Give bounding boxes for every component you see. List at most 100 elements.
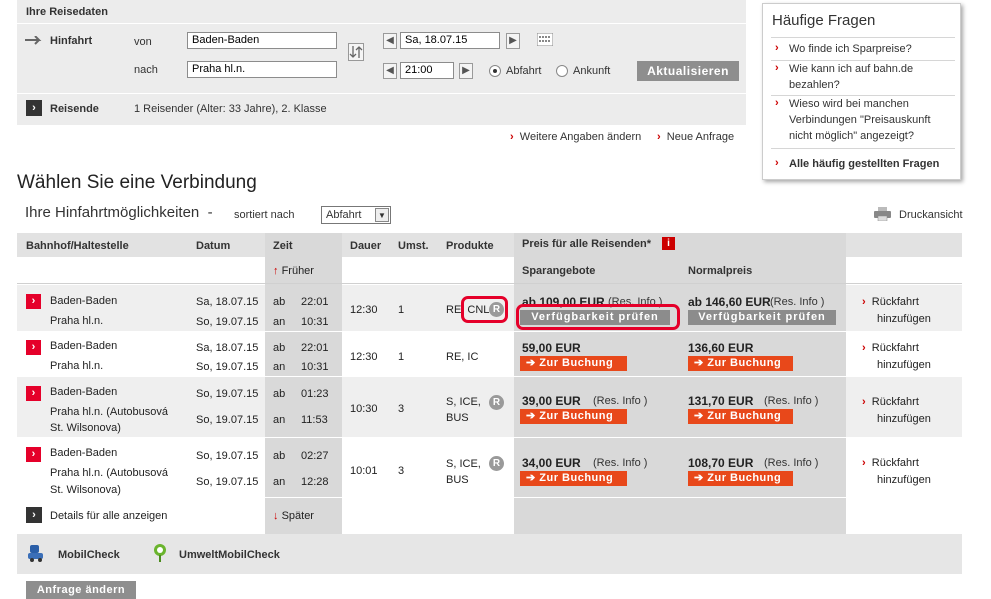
from-input[interactable]: Baden-Baden xyxy=(187,32,337,49)
umwelt-mobilcheck-link[interactable]: UmweltMobilCheck xyxy=(179,549,280,561)
earlier-link[interactable]: ↑ Früher xyxy=(273,265,314,277)
col-date: Datum xyxy=(196,240,231,252)
row-1-duration: 12:30 xyxy=(350,304,378,316)
highlight-box-availability xyxy=(516,304,680,330)
swap-stations-button[interactable] xyxy=(348,43,364,61)
row-1-ab: ab xyxy=(273,296,286,308)
new-request-link[interactable]: › Neue Anfrage xyxy=(657,131,734,143)
leaf-icon xyxy=(151,543,169,563)
prev-date-button[interactable]: ◀ xyxy=(383,33,397,49)
row-3-products-line2: BUS xyxy=(446,412,469,424)
chevron-down-icon: ▼ xyxy=(375,208,389,222)
mobilcheck-icon xyxy=(27,544,45,562)
prev-time-button[interactable]: ◀ xyxy=(383,63,397,79)
faq-question-1[interactable]: Wo finde ich Sparpreise? xyxy=(775,40,955,57)
row-4-expand-icon[interactable]: › xyxy=(26,447,41,462)
row-1-normal-res-info[interactable]: (Res. Info ) xyxy=(770,296,824,308)
update-button[interactable]: Aktualisieren xyxy=(637,61,739,81)
info-icon[interactable]: i xyxy=(662,237,675,250)
row-4-normal-book-button[interactable]: ➔ Zur Buchung xyxy=(688,471,793,486)
row-4-dep-date: So, 19.07.15 xyxy=(196,450,259,462)
train-icon xyxy=(25,35,45,45)
results-subtitle: Ihre Hinfahrtmöglichkeiten - xyxy=(25,204,213,221)
row-3-saver-book-button[interactable]: ➔ Zur Buchung xyxy=(520,409,627,424)
row-4-return-line2[interactable]: hinzufügen xyxy=(877,474,931,486)
row-2-products: RE, IC xyxy=(446,351,479,363)
col-duration: Dauer xyxy=(350,240,382,252)
row-4-normal-res-info[interactable]: (Res. Info ) xyxy=(764,457,818,469)
faq-all-link[interactable]: Alle häufig gestellten Fragen xyxy=(775,155,955,172)
search-panel-title: Ihre Reisedaten xyxy=(26,6,108,18)
row-3-normal-res-info[interactable]: (Res. Info ) xyxy=(764,395,818,407)
print-link[interactable]: Druckansicht xyxy=(899,209,963,221)
more-details-link[interactable]: › Weitere Angaben ändern xyxy=(510,131,641,143)
row-1-arr-time: 10:31 xyxy=(301,316,329,328)
row-2-return-link[interactable]: › Rückfahrt xyxy=(862,342,919,354)
row-3-return-line2[interactable]: hinzufügen xyxy=(877,413,931,425)
row-1-return-link[interactable]: › Rückfahrt xyxy=(862,296,919,308)
row-1-arr-date: So, 19.07.15 xyxy=(196,316,259,328)
swap-icon xyxy=(349,46,363,58)
row-3-ab: ab xyxy=(273,388,286,400)
row-2-duration: 12:30 xyxy=(350,351,378,363)
row-2-saver-book-button[interactable]: ➔ Zur Buchung xyxy=(520,356,627,371)
col-products: Produkte xyxy=(446,240,494,252)
later-link[interactable]: ↓ Später xyxy=(273,510,314,522)
faq-question-3[interactable]: Wieso wird bei manchen Verbindungen "Pre… xyxy=(775,95,955,144)
row-4-changes: 3 xyxy=(398,465,405,477)
row-3-expand-icon[interactable]: › xyxy=(26,386,41,401)
row-3-normal-book-button[interactable]: ➔ Zur Buchung xyxy=(688,409,793,424)
reservation-icon[interactable]: R xyxy=(489,395,504,410)
time-input[interactable]: 21:00 xyxy=(400,62,454,79)
reservation-icon[interactable]: R xyxy=(489,456,504,471)
faq-question-2[interactable]: Wie kann ich auf bahn.de bezahlen? xyxy=(775,60,955,93)
sort-select[interactable]: Abfahrt ▼ xyxy=(321,206,391,224)
row-4-saver-price: 34,00 EUR xyxy=(522,456,581,470)
row-4-return-link[interactable]: › Rückfahrt xyxy=(862,457,919,469)
row-2-an: an xyxy=(273,361,286,373)
row-2-normal-book-button[interactable]: ➔ Zur Buchung xyxy=(688,356,793,371)
mobilcheck-link[interactable]: MobilCheck xyxy=(58,549,120,561)
bottom-bar: MobilCheck UmweltMobilCheck xyxy=(17,534,962,574)
travellers-label: Reisende xyxy=(50,103,99,115)
from-label: von xyxy=(134,36,152,48)
row-1-expand-icon[interactable]: › xyxy=(26,294,41,309)
row-3-dep-time: 01:23 xyxy=(301,388,329,400)
to-input[interactable]: Praha hl.n. xyxy=(187,61,337,78)
details-all-expand-icon[interactable]: › xyxy=(26,507,42,523)
search-panel-header: Ihre Reisedaten xyxy=(17,0,746,24)
faq-box: Häufige Fragen Wo finde ich Sparpreise? … xyxy=(762,3,961,180)
row-1-normal-check-button[interactable]: Verfügbarkeit prüfen xyxy=(688,310,836,325)
col-station: Bahnhof/Haltestelle xyxy=(26,240,129,252)
row-1-return-line2[interactable]: hinzufügen xyxy=(877,313,931,325)
row-3-saver-price: 39,00 EUR xyxy=(522,394,581,408)
show-all-details-link[interactable]: Details für alle anzeigen xyxy=(50,510,167,522)
row-1-from: Baden-Baden xyxy=(50,295,118,307)
to-label: nach xyxy=(134,64,158,76)
row-4-from: Baden-Baden xyxy=(50,447,118,459)
calendar-icon[interactable] xyxy=(536,32,554,47)
row-4-saver-res-info[interactable]: (Res. Info ) xyxy=(593,457,647,469)
row-2-changes: 1 xyxy=(398,351,405,363)
next-date-button[interactable]: ▶ xyxy=(506,33,520,49)
travellers-expand-icon[interactable]: › xyxy=(26,100,42,116)
col-normal: Normalpreis xyxy=(688,265,753,277)
highlight-box-products xyxy=(461,296,508,323)
row-3-an: an xyxy=(273,414,286,426)
row-3-return-link[interactable]: › Rückfahrt xyxy=(862,396,919,408)
row-2-expand-icon[interactable]: › xyxy=(26,340,41,355)
next-time-button[interactable]: ▶ xyxy=(459,63,473,79)
departure-label: Abfahrt xyxy=(506,65,542,77)
row-4-an: an xyxy=(273,476,286,488)
row-4-duration: 10:01 xyxy=(350,465,378,477)
row-2-return-line2[interactable]: hinzufügen xyxy=(877,359,931,371)
row-3-saver-res-info[interactable]: (Res. Info ) xyxy=(593,395,647,407)
departure-radio[interactable] xyxy=(489,65,501,77)
printer-icon[interactable] xyxy=(874,207,891,222)
change-request-button[interactable]: Anfrage ändern xyxy=(26,581,136,599)
row-3-arr-time: 11:53 xyxy=(301,414,328,426)
arrival-radio[interactable] xyxy=(556,65,568,77)
row-4-saver-book-button[interactable]: ➔ Zur Buchung xyxy=(520,471,627,486)
date-input[interactable]: Sa, 18.07.15 xyxy=(400,32,500,49)
row-4-arr-time: 12:28 xyxy=(301,476,329,488)
